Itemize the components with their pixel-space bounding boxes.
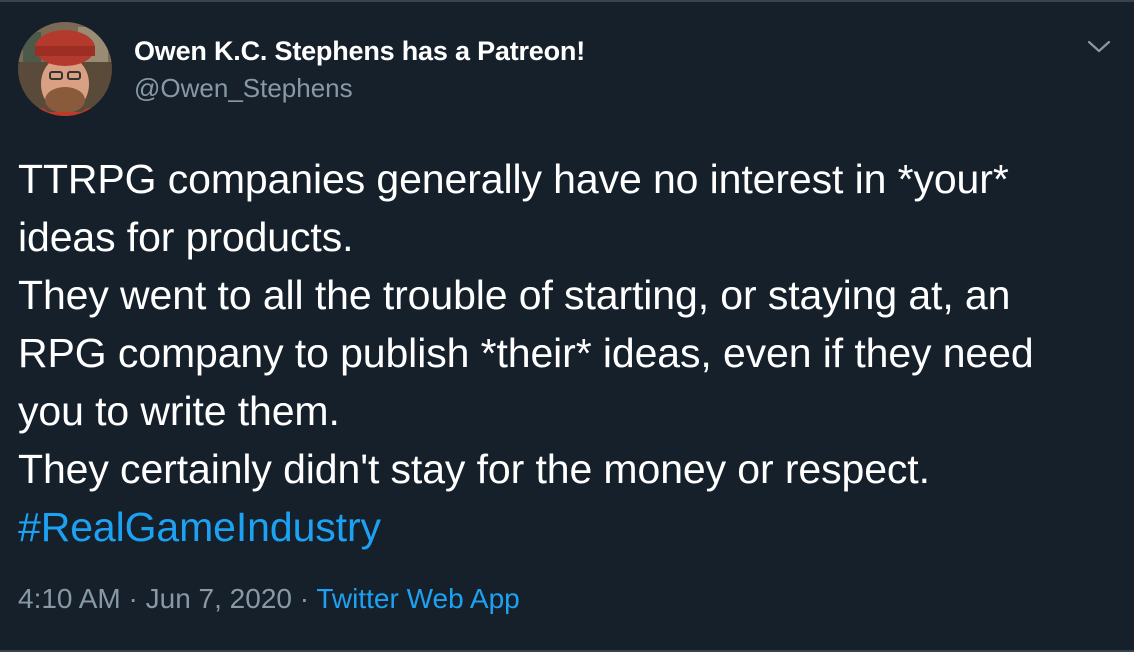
profile-photo-icon [18, 22, 112, 116]
tweet-text: TTRPG companies generally have no intere… [18, 150, 1123, 556]
tweet-metadata: 4:10 AM · Jun 7, 2020 · Twitter Web App [18, 583, 520, 615]
tweet-line: They went to all the trouble of starting… [18, 272, 1011, 318]
tweet-line: TTRPG companies generally have no intere… [18, 156, 1009, 202]
meta-separator: · [291, 583, 317, 614]
tweet-line: you to write them. [18, 388, 340, 434]
avatar[interactable] [18, 22, 112, 116]
tweet-line: They certainly didn't stay for the money… [18, 446, 930, 492]
meta-separator: · [120, 583, 146, 614]
tweet-line: ideas for products. [18, 214, 354, 260]
chevron-down-icon[interactable] [1082, 30, 1116, 64]
tweet-date[interactable]: Jun 7, 2020 [146, 583, 292, 614]
tweet-line: RPG company to publish *their* ideas, ev… [18, 330, 1034, 376]
tweet-time[interactable]: 4:10 AM [18, 583, 121, 614]
author-handle[interactable]: @Owen_Stephens [134, 73, 353, 104]
tweet-source-link[interactable]: Twitter Web App [316, 583, 519, 614]
top-divider [0, 0, 1134, 2]
hashtag-link[interactable]: #RealGameIndustry [18, 498, 1123, 556]
author-display-name[interactable]: Owen K.C. Stephens has a Patreon! [134, 36, 585, 67]
